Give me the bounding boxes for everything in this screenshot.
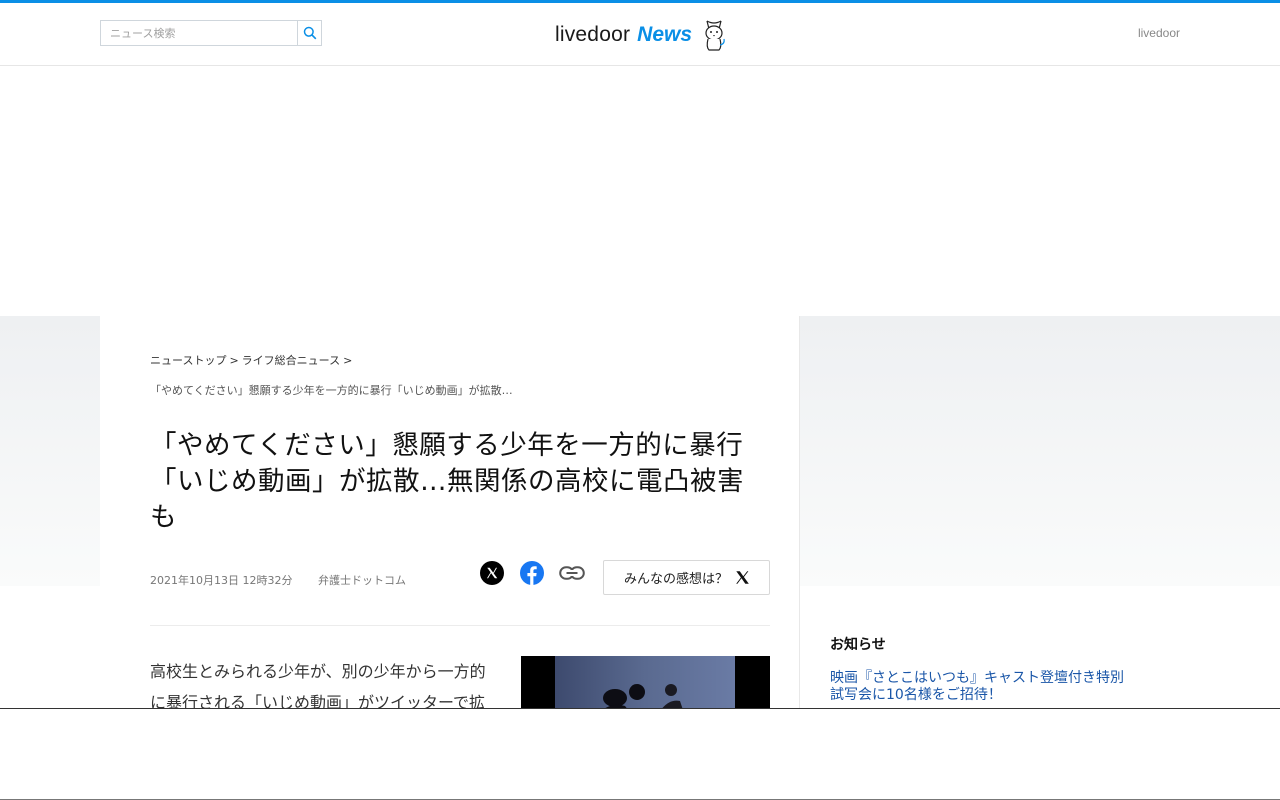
bottom-ad-banner: [0, 708, 1280, 800]
notice-link-line: 映画『さとこはいつも』キャスト登壇付き特別: [830, 670, 1124, 686]
silhouette-figures: [603, 684, 683, 708]
logo-text: livedoor: [555, 23, 631, 46]
article-meta: 2021年10月13日 12時32分 弁護士ドットコム: [150, 572, 406, 588]
divider: [150, 625, 770, 626]
article-main: ニューストップ > ライフ総合ニュース > 「やめてください」懇願する少年を一方的に暴…: [100, 316, 800, 708]
ad-banner-area: [0, 66, 1280, 316]
share-buttons: [479, 560, 599, 586]
copy-link-button[interactable]: [559, 560, 585, 586]
search-box: [100, 20, 322, 46]
breadcrumb: ニューストップ > ライフ総合ニュース >: [150, 352, 355, 368]
facebook-icon: [520, 561, 544, 585]
sidebar-notice: お知らせ 映画『さとこはいつも』キャスト登壇付き特別 試写会に10名様をご招待！: [830, 634, 1150, 704]
share-x-button[interactable]: [479, 560, 505, 586]
notice-link[interactable]: 映画『さとこはいつも』キャスト登壇付き特別 試写会に10名様をご招待！: [830, 670, 1130, 704]
livedoor-link[interactable]: livedoor: [1138, 26, 1180, 40]
x-icon: [480, 561, 504, 585]
article-title: 「やめてください」懇願する少年を一方的に暴行「いじめ動画」が拡散…無関係の高校に…: [150, 430, 744, 533]
photo-scene: [555, 656, 735, 708]
breadcrumb-item-news-top[interactable]: ニューストップ: [150, 354, 226, 367]
breadcrumb-separator: >: [343, 354, 353, 367]
body-line: 高校生とみられる少年が、別の少年から一方的: [150, 662, 486, 681]
body-line: に暴行される「いじめ動画」がツイッターで拡: [150, 693, 486, 708]
dog-mascot-icon: [705, 20, 725, 51]
notice-link-line: 試写会に10名様をご招待！: [830, 687, 1002, 703]
search-button[interactable]: [297, 21, 321, 45]
x-logo-icon: [736, 571, 749, 584]
notice-heading: お知らせ: [830, 637, 886, 653]
reaction-share-button[interactable]: みんなの感想は？: [603, 560, 770, 595]
article-photo[interactable]: [521, 656, 770, 708]
logo-news-text: News: [637, 23, 693, 46]
article-source[interactable]: 弁護士ドットコム: [318, 574, 406, 587]
site-logo[interactable]: livedoor News: [555, 15, 728, 55]
breadcrumb-current: 「やめてください」懇願する少年を一方的に暴行「いじめ動画」が拡散…: [150, 384, 513, 397]
search-input[interactable]: [101, 21, 297, 45]
reaction-label: みんなの感想は？: [623, 572, 728, 587]
breadcrumb-separator: >: [229, 354, 239, 367]
link-icon: [559, 566, 585, 580]
site-header: livedoor News livedoor: [0, 3, 1280, 66]
search-icon: [303, 26, 316, 40]
breadcrumb-item-life[interactable]: ライフ総合ニュース: [242, 354, 340, 367]
article-body: 高校生とみられる少年が、別の少年から一方的 に暴行される「いじめ動画」がツイッタ…: [150, 656, 490, 708]
article-date: 2021年10月13日 12時32分: [150, 574, 293, 587]
share-facebook-button[interactable]: [519, 560, 545, 586]
